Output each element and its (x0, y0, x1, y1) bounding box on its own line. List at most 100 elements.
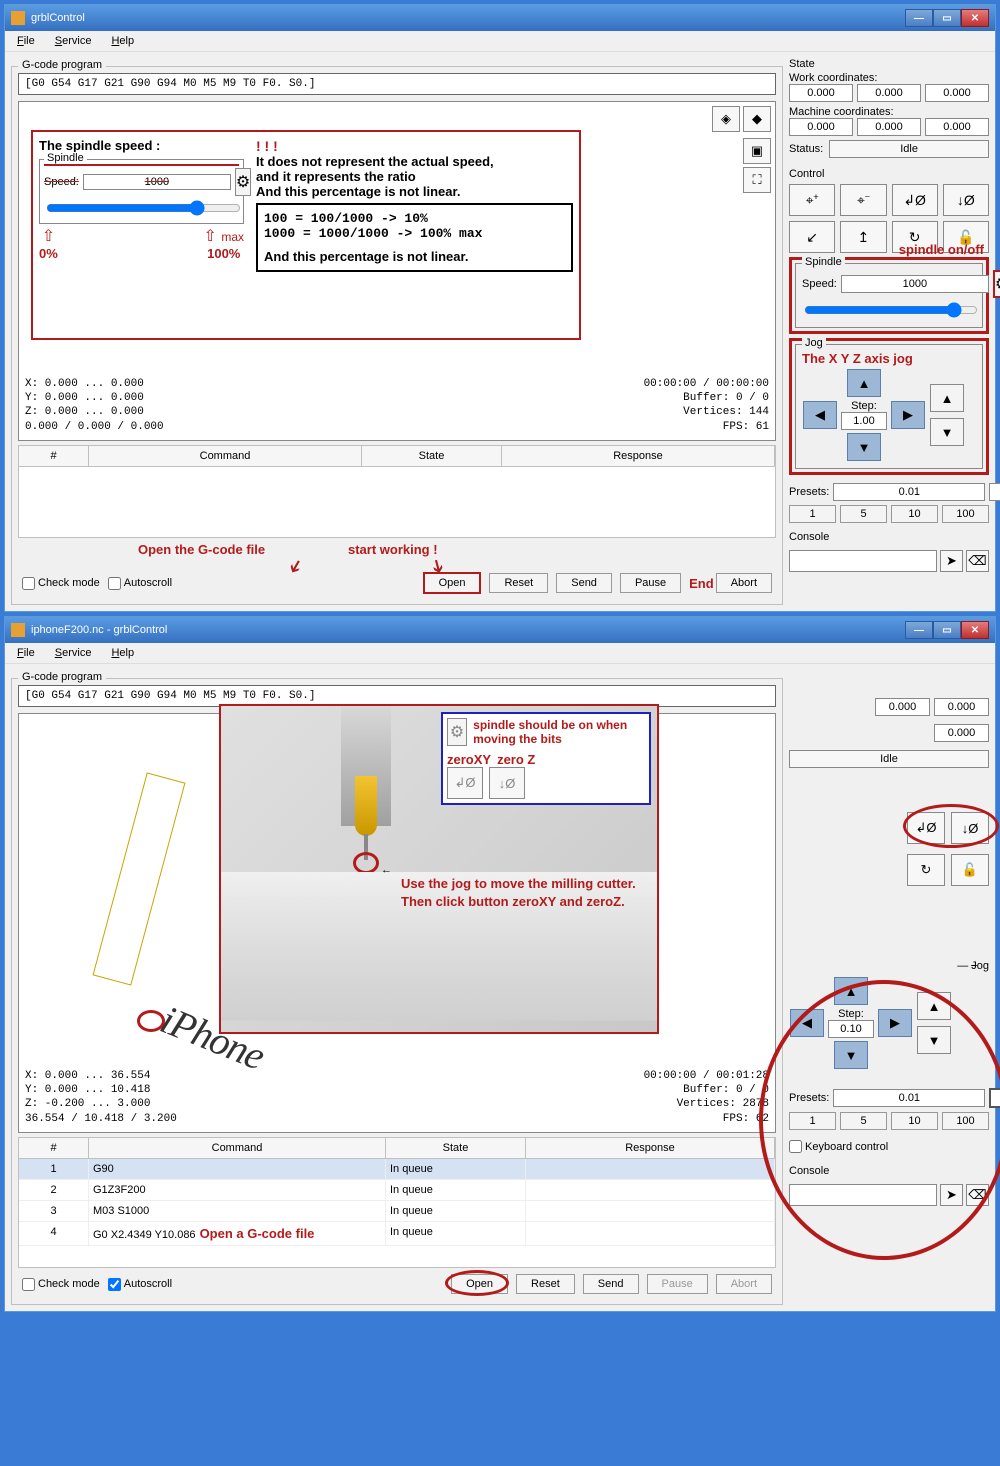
window-title: grblControl (31, 12, 85, 24)
menu-file[interactable]: File (13, 33, 39, 49)
app-icon (11, 11, 25, 25)
send-icon[interactable]: ➤ (940, 550, 963, 572)
abort-button[interactable]: Abort (716, 1274, 772, 1294)
send-button[interactable]: Send (556, 573, 612, 593)
send-button[interactable]: Send (583, 1274, 639, 1294)
gcode-program-group: G-code program [G0 G54 G17 G21 G90 G94 M… (11, 66, 783, 605)
status-fps: 00:00:00 / 00:00:00 Buffer: 0 / 0 Vertic… (644, 377, 769, 434)
preset-1[interactable]: 1 (789, 505, 836, 523)
spindle-speed-input[interactable] (841, 275, 989, 293)
tool-visualization (93, 772, 186, 985)
status-field (789, 750, 989, 768)
jog-step-input[interactable] (841, 412, 887, 430)
menu-service[interactable]: Service (51, 33, 96, 49)
jog-panel: Jog The X Y Z axis jog ▲ ◀ Step: ▶ ▼ ▲ ▼ (795, 344, 983, 469)
gcode-line: [G0 G54 G17 G21 G90 G94 M0 M5 M9 T0 F0. … (18, 73, 776, 95)
zero-xy-icon: ↲Ø (447, 767, 483, 799)
cube-icon[interactable]: ▣ (743, 138, 771, 164)
minimize-button[interactable]: — (905, 9, 933, 27)
preset-5[interactable]: 5 (840, 505, 887, 523)
expand-icon[interactable]: ⛶ (743, 167, 771, 193)
titlebar: grblControl — ▭ ✕ (5, 5, 995, 31)
abort-button[interactable]: Abort (716, 573, 772, 593)
preset-10[interactable]: 10 (891, 505, 938, 523)
pause-button[interactable]: Pause (620, 573, 681, 593)
jog-z-plus[interactable]: ▲ (930, 384, 964, 412)
spindle-toggle-icon[interactable]: ⚙ (993, 270, 1000, 298)
spindle-panel: Spindle Speed: ⚙ (795, 263, 983, 328)
window-grblcontrol-bottom: iphoneF200.nc - grblControl — ▭ ✕ File S… (4, 616, 996, 1312)
preset-0.1[interactable] (989, 483, 1000, 501)
zero-z-icon[interactable]: ↓Ø (943, 184, 989, 216)
status-fps: 00:00:00 / 00:01:28 Buffer: 0 / 0 Vertic… (644, 1069, 769, 1126)
work-z (925, 84, 989, 102)
cube-solid-icon[interactable]: ◆ (743, 106, 771, 132)
status-xyz: X: 0.000 ... 36.554 Y: 0.000 ... 10.418 … (25, 1069, 177, 1126)
control-panel: Control ⌖⁺ ⌖⁻ ↲Ø ↓Ø ↙ ↥ ↻ 🔓 (789, 162, 989, 253)
check-mode-checkbox[interactable]: Check mode (22, 577, 100, 590)
console-label: Console (789, 531, 989, 543)
footer-bar: Check mode Autoscroll Open Reset Send Pa… (18, 1268, 776, 1298)
maximize-button[interactable]: ▭ (933, 9, 961, 27)
window-title: iphoneF200.nc - grblControl (31, 624, 167, 636)
jog-x-minus[interactable]: ◀ (803, 401, 837, 429)
return-icon[interactable]: ↙ (789, 221, 835, 253)
preset-0.01[interactable] (833, 483, 985, 501)
annotation-callout: The spindle speed : Spindle Speed: ⚙ (31, 130, 581, 340)
menu-file[interactable]: File (13, 645, 39, 661)
gcode-table: # Command State Response 1G90In queue 2G… (18, 1137, 776, 1268)
console-input[interactable] (789, 550, 937, 572)
reset-button[interactable]: Reset (516, 1274, 575, 1294)
work-y (857, 84, 921, 102)
mach-z (925, 118, 989, 136)
table-row[interactable]: 1G90In queue (19, 1159, 775, 1180)
unlock-icon[interactable]: 🔓 (951, 854, 989, 886)
status-xyz: X: 0.000 ... 0.000 Y: 0.000 ... 0.000 Z:… (25, 377, 164, 434)
minimize-button[interactable]: — (905, 621, 933, 639)
close-button[interactable]: ✕ (961, 621, 989, 639)
ann-spindle-input (83, 174, 231, 190)
preset-100[interactable]: 100 (942, 505, 989, 523)
check-mode-checkbox[interactable]: Check mode (22, 1278, 100, 1291)
table-row[interactable]: 4G0 X2.4349 Y10.086Open a G-code fileIn … (19, 1222, 775, 1246)
maximize-button[interactable]: ▭ (933, 621, 961, 639)
visualizer[interactable]: ◈ ◆ ▣ ⛶ The spindle speed : Sp (18, 101, 776, 441)
window-grblcontrol-top: grblControl — ▭ ✕ File Service Help G-co… (4, 4, 996, 612)
jog-x-plus[interactable]: ▶ (891, 401, 925, 429)
home-plus-icon[interactable]: ⌖⁺ (789, 184, 835, 216)
menubar: File Service Help (5, 31, 995, 52)
pause-button[interactable]: Pause (647, 1274, 708, 1294)
reset-button[interactable]: Reset (489, 573, 548, 593)
app-icon (11, 623, 25, 637)
zero-xy-icon[interactable]: ↲Ø (892, 184, 938, 216)
jog-z-minus[interactable]: ▼ (930, 418, 964, 446)
cube-outline-icon[interactable]: ◈ (712, 106, 740, 132)
close-button[interactable]: ✕ (961, 9, 989, 27)
footer-bar: Check mode Autoscroll Open Reset Send Pa… (18, 566, 776, 598)
menu-help[interactable]: Help (107, 645, 138, 661)
reset-icon[interactable]: ↻ (907, 854, 945, 886)
gcode-table: # Command State Response (18, 445, 776, 538)
ann-spindle-slider (46, 200, 241, 216)
titlebar: iphoneF200.nc - grblControl — ▭ ✕ (5, 617, 995, 643)
table-row[interactable]: 3M03 S1000In queue (19, 1201, 775, 1222)
mach-y (857, 118, 921, 136)
spindle-slider[interactable] (804, 302, 978, 318)
autoscroll-checkbox[interactable]: Autoscroll (108, 1278, 172, 1291)
work-x (789, 84, 853, 102)
jog-y-minus[interactable]: ▼ (847, 433, 881, 461)
status-field (829, 140, 989, 158)
gear-icon: ⚙ (447, 718, 467, 746)
safe-z-icon[interactable]: ↥ (840, 221, 886, 253)
gcode-program-group: G-code program [G0 G54 G17 G21 G90 G94 M… (11, 678, 783, 1305)
menubar: File Service Help (5, 643, 995, 664)
menu-service[interactable]: Service (51, 645, 96, 661)
table-row[interactable]: 2G1Z3F200In queue (19, 1180, 775, 1201)
state-panel: State Work coordinates: Machine coordina… (789, 58, 989, 158)
home-minus-icon[interactable]: ⌖⁻ (840, 184, 886, 216)
jog-y-plus[interactable]: ▲ (847, 369, 881, 397)
menu-help[interactable]: Help (107, 33, 138, 49)
visualizer[interactable]: ⚙ spindle should be on when moving the b… (18, 713, 776, 1133)
autoscroll-checkbox[interactable]: Autoscroll (108, 577, 172, 590)
clear-icon[interactable]: ⌫ (966, 550, 989, 572)
